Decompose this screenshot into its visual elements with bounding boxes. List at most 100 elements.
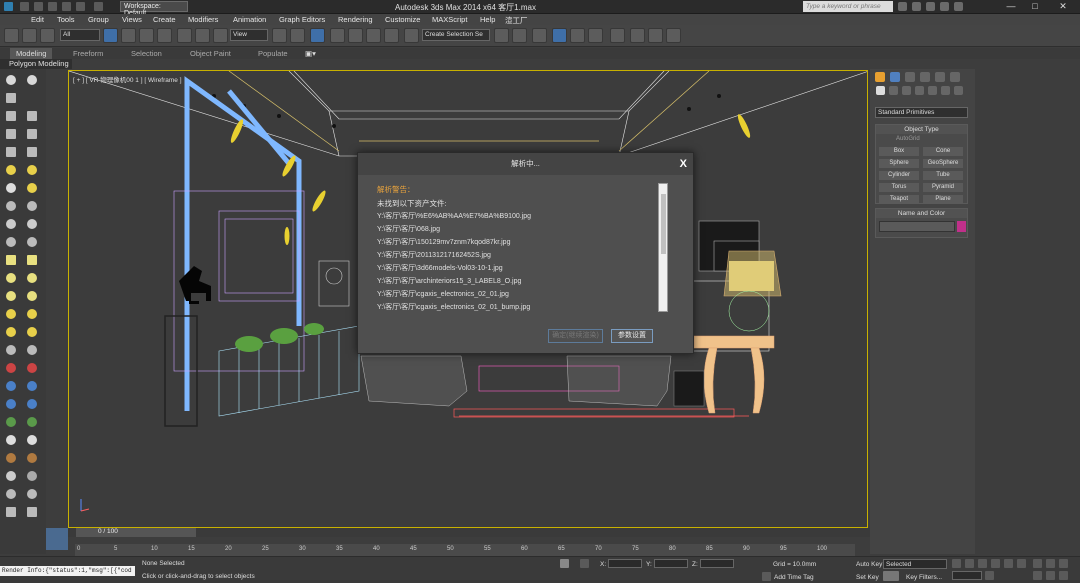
curve-editor-icon[interactable] xyxy=(570,28,585,43)
cone-tool-icon[interactable] xyxy=(6,291,16,301)
foliage-icon[interactable] xyxy=(6,417,16,427)
uvw-map-icon[interactable] xyxy=(27,147,37,157)
hierarchy-tab-icon[interactable] xyxy=(905,72,915,82)
field-of-view-icon[interactable] xyxy=(1033,571,1042,580)
continue-render-button[interactable]: 确定(继续渲染) xyxy=(548,329,603,343)
material-wood-icon[interactable] xyxy=(6,453,16,463)
symmetry-icon[interactable] xyxy=(27,129,37,139)
set-key-icon[interactable] xyxy=(883,571,899,581)
helpers-icon[interactable] xyxy=(928,86,937,95)
project-folder-icon[interactable] xyxy=(94,2,103,11)
material-blue-icon[interactable] xyxy=(6,381,16,391)
angle-snap-icon[interactable] xyxy=(348,28,363,43)
save-file-icon[interactable] xyxy=(48,2,57,11)
select-manipulate-icon[interactable] xyxy=(290,28,305,43)
daylight-icon[interactable] xyxy=(6,327,16,337)
light-omni-icon[interactable] xyxy=(6,165,16,175)
add-time-tag-button[interactable]: Add Time Tag xyxy=(774,574,814,581)
zoom-extents-icon[interactable] xyxy=(1059,559,1068,568)
space-warps-icon[interactable] xyxy=(941,86,950,95)
keyboard-shortcut-override-icon[interactable] xyxy=(310,28,325,43)
favorites-icon[interactable] xyxy=(940,2,949,11)
key-mode-toggle-icon[interactable] xyxy=(1017,559,1026,568)
torus-button[interactable]: Torus xyxy=(879,183,919,192)
hair-icon[interactable] xyxy=(6,345,16,355)
white-ball-icon[interactable] xyxy=(27,471,37,481)
motion-tab-icon[interactable] xyxy=(920,72,930,82)
cloth-icon[interactable] xyxy=(27,345,37,355)
menu-group[interactable]: Group xyxy=(88,15,109,24)
material-glass-icon[interactable] xyxy=(27,381,37,391)
material-water-icon[interactable] xyxy=(27,399,37,409)
maximize-button[interactable]: □ xyxy=(1024,0,1046,13)
align-tool-icon[interactable] xyxy=(6,237,16,247)
open-file-icon[interactable] xyxy=(34,2,43,11)
undo-icon[interactable] xyxy=(62,2,71,11)
select-object-icon[interactable] xyxy=(103,28,118,43)
help-icon[interactable] xyxy=(954,2,963,11)
script-ball-icon[interactable] xyxy=(27,489,37,499)
rendered-frame-window-icon[interactable] xyxy=(648,28,663,43)
photometric-light-icon[interactable] xyxy=(27,327,37,337)
z-coordinate-field[interactable] xyxy=(700,559,734,568)
tube-button[interactable]: Tube xyxy=(923,171,963,180)
display-tab-icon[interactable] xyxy=(935,72,945,82)
track-bar[interactable]: 0 5 10 15 20 25 30 35 40 45 50 55 60 65 … xyxy=(75,544,855,556)
new-file-icon[interactable] xyxy=(20,2,29,11)
ik-tool-icon[interactable] xyxy=(27,363,37,373)
scrollbar-thumb[interactable] xyxy=(661,194,666,254)
menu-maxscript[interactable]: MAXScript xyxy=(432,15,467,24)
spacing-tool-icon[interactable] xyxy=(27,237,37,247)
extra-tool-icon[interactable] xyxy=(27,507,37,517)
shapes-icon[interactable] xyxy=(889,86,898,95)
layer-manager-icon[interactable] xyxy=(532,28,547,43)
torus-tool-icon[interactable] xyxy=(27,273,37,283)
menu-animation[interactable]: Animation xyxy=(233,15,266,24)
geosphere-button[interactable]: GeoSphere xyxy=(923,159,963,168)
array-icon[interactable] xyxy=(27,219,37,229)
minimize-button[interactable]: — xyxy=(1000,0,1022,13)
sun-icon[interactable] xyxy=(6,309,16,319)
vray-sun-icon[interactable] xyxy=(6,201,16,211)
edit-named-selection-icon[interactable] xyxy=(404,28,419,43)
zoom-all-icon[interactable] xyxy=(1046,559,1055,568)
go-to-end-icon[interactable] xyxy=(1004,559,1013,568)
box-yellow-icon[interactable] xyxy=(27,255,37,265)
redo-icon[interactable] xyxy=(76,2,85,11)
autogrid-checkbox[interactable]: AutoGrid xyxy=(896,136,920,142)
scatter-icon[interactable] xyxy=(6,219,16,229)
align-icon[interactable] xyxy=(512,28,527,43)
material-metal-icon[interactable] xyxy=(6,399,16,409)
current-frame-field[interactable] xyxy=(952,571,982,580)
mirror-icon[interactable] xyxy=(494,28,509,43)
app-logo-icon[interactable] xyxy=(4,2,13,11)
sphere-button[interactable]: Sphere xyxy=(879,159,919,168)
time-config-icon[interactable] xyxy=(985,571,994,580)
bone-tool-icon[interactable] xyxy=(6,363,16,373)
modify-tab-icon[interactable] xyxy=(890,72,900,82)
subscription-icon[interactable] xyxy=(912,2,921,11)
menu-help[interactable]: Help xyxy=(480,15,495,24)
teapot-tool-icon[interactable] xyxy=(27,75,37,85)
previous-frame-icon[interactable] xyxy=(965,559,974,568)
menu-views[interactable]: Views xyxy=(122,15,142,24)
tab-object-paint[interactable]: Object Paint xyxy=(190,49,231,58)
cylinder-button[interactable]: Cylinder xyxy=(879,171,919,180)
graphite-toolbar-icon[interactable] xyxy=(552,28,567,43)
menu-customize[interactable]: Customize xyxy=(385,15,420,24)
sky-icon[interactable] xyxy=(27,309,37,319)
time-tag-icon[interactable] xyxy=(762,572,771,581)
primitive-type-dropdown[interactable]: Standard Primitives xyxy=(875,107,968,118)
plane-button[interactable]: Plane xyxy=(923,195,963,203)
link-icon[interactable] xyxy=(22,28,37,43)
time-slider[interactable]: 0 / 100 xyxy=(46,528,870,537)
percent-snap-icon[interactable] xyxy=(366,28,381,43)
x-coordinate-field[interactable] xyxy=(608,559,642,568)
menu-modifiers[interactable]: Modifiers xyxy=(188,15,218,24)
spinner-snap-icon[interactable] xyxy=(384,28,399,43)
key-filters-button[interactable]: Key Filters... xyxy=(906,574,942,581)
object-type-header[interactable]: Object Type xyxy=(876,125,967,134)
render-setup-icon[interactable] xyxy=(630,28,645,43)
rectangular-selection-icon[interactable] xyxy=(139,28,154,43)
menu-edit[interactable]: Edit xyxy=(31,15,44,24)
